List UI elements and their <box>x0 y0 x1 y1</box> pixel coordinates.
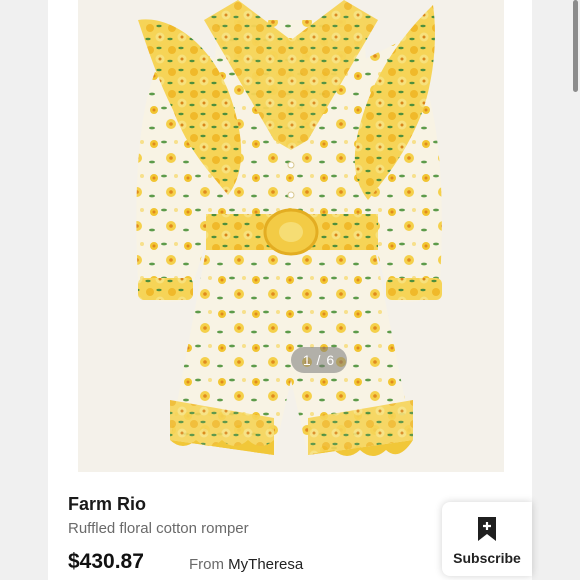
scrollbar-thumb[interactable] <box>573 0 578 92</box>
product-brand[interactable]: Farm Rio <box>68 494 146 515</box>
product-image-carousel[interactable]: 1 / 6 <box>78 0 504 472</box>
romper-photo <box>78 0 504 472</box>
product-screen: 1 / 6 Farm Rio Ruffled floral cotton rom… <box>0 0 580 580</box>
retailer-link[interactable]: MyTheresa <box>228 556 303 573</box>
subscribe-button[interactable]: Subscribe <box>442 502 532 576</box>
from-label: From <box>189 556 224 573</box>
product-price: $430.87 <box>68 550 144 573</box>
retailer-info: From MyTheresa <box>189 556 303 573</box>
bookmark-plus-icon <box>477 516 497 547</box>
subscribe-label: Subscribe <box>453 550 521 566</box>
left-margin <box>0 0 48 580</box>
product-card: 1 / 6 Farm Rio Ruffled floral cotton rom… <box>48 0 578 580</box>
image-pager-indicator: 1 / 6 <box>291 347 347 373</box>
product-name: Ruffled floral cotton romper <box>68 520 249 537</box>
